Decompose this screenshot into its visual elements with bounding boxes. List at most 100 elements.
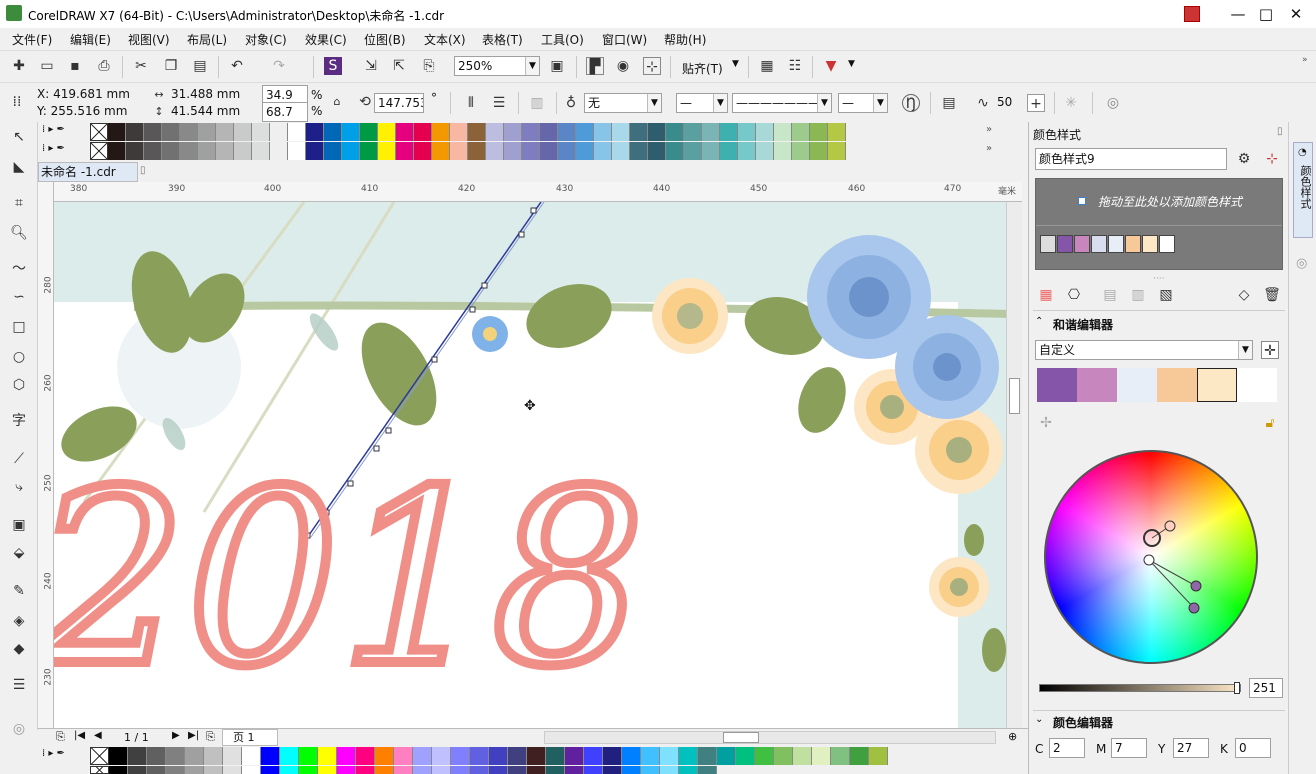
color-swatch[interactable]	[144, 123, 162, 141]
color-swatch[interactable]	[810, 142, 828, 160]
color-swatch[interactable]	[306, 142, 324, 160]
color-swatch[interactable]	[774, 123, 792, 141]
mini-swatch[interactable]	[1057, 235, 1073, 253]
mirror-horizontal-icon[interactable]: ⫴	[462, 94, 480, 112]
color-swatch[interactable]	[128, 747, 147, 765]
menu-tools[interactable]: 工具(O)	[541, 31, 584, 48]
harmony-swatch[interactable]	[1197, 368, 1237, 402]
mini-swatch[interactable]	[1159, 235, 1175, 253]
color-swatch[interactable]	[584, 747, 603, 765]
color-swatch[interactable]	[679, 766, 698, 774]
brightness-value[interactable]: 251	[1249, 678, 1283, 698]
page-tab[interactable]: 页 1	[222, 729, 278, 746]
color-swatch[interactable]	[470, 766, 489, 774]
color-swatch[interactable]	[342, 142, 360, 160]
color-swatch[interactable]	[413, 766, 432, 774]
default-color-palette[interactable]	[90, 747, 990, 765]
color-swatch[interactable]	[162, 142, 180, 160]
color-palette-row-1[interactable]	[90, 123, 970, 141]
color-swatch[interactable]	[698, 747, 717, 765]
no-color-swatch[interactable]	[90, 142, 108, 160]
dimension-tool-icon[interactable]: ⟋	[10, 450, 28, 468]
color-editor-expand-icon[interactable]: ⌄	[1035, 714, 1043, 725]
color-swatch[interactable]	[810, 123, 828, 141]
color-swatch[interactable]	[414, 142, 432, 160]
text-tool-icon[interactable]: 字	[10, 412, 28, 430]
color-swatch[interactable]	[432, 747, 451, 765]
color-swatch[interactable]	[666, 123, 684, 141]
docker-close-icon[interactable]: ▯	[1277, 126, 1283, 137]
color-swatch[interactable]	[698, 766, 717, 774]
mirror-vertical-icon[interactable]: ☰	[490, 94, 508, 112]
color-swatch[interactable]	[223, 747, 242, 765]
harmony-lock-icon[interactable]: 🔓︎	[1261, 414, 1279, 432]
color-swatch[interactable]	[109, 747, 128, 765]
height-field[interactable]: 41.544 mm	[168, 102, 260, 122]
color-swatch[interactable]	[717, 747, 736, 765]
color-swatch[interactable]	[306, 123, 324, 141]
no-color-swatch[interactable]	[90, 766, 109, 774]
color-swatch[interactable]	[756, 123, 774, 141]
document-tab[interactable]: 未命名 -1.cdr	[38, 162, 138, 182]
color-swatch[interactable]	[702, 123, 720, 141]
ellipse-tool-icon[interactable]: ○	[10, 348, 28, 366]
snap-to-dropdown[interactable]: 贴齐(T)	[682, 60, 723, 77]
full-screen-icon[interactable]: ▣	[548, 57, 566, 75]
bottom-palette-scroll-icon[interactable]: ⁞ ▸ ✒	[42, 748, 65, 759]
color-swatch[interactable]	[216, 142, 234, 160]
color-swatch[interactable]	[720, 123, 738, 141]
text-wrap-icon[interactable]: ▤	[940, 94, 958, 112]
magenta-field[interactable]: 7	[1111, 738, 1147, 758]
import-icon[interactable]: ⇲	[362, 57, 380, 75]
undo-icon[interactable]: ↶	[228, 57, 246, 75]
first-page-icon[interactable]: |◀	[74, 730, 85, 741]
harmony-swatch[interactable]	[1157, 368, 1197, 402]
vertical-ruler[interactable]: 280 260 250 240 230	[38, 182, 54, 730]
color-swatch[interactable]	[774, 142, 792, 160]
close-curve-icon[interactable]: Ŋ	[902, 94, 920, 112]
outline-pen-icon[interactable]: ♁	[562, 94, 580, 112]
harmony-folder-icon[interactable]	[1040, 235, 1056, 253]
menu-text[interactable]: 文本(X)	[424, 31, 466, 48]
color-swatch[interactable]	[774, 747, 793, 765]
color-swatch[interactable]	[261, 766, 280, 774]
rotation-angle-field[interactable]: 147.753	[374, 93, 424, 113]
shape-tool-icon[interactable]: ◣	[10, 158, 28, 176]
color-swatch[interactable]	[144, 142, 162, 160]
options-icon[interactable]: ☷	[786, 57, 804, 75]
more-tools-icon[interactable]: ◎	[10, 720, 28, 738]
menu-help[interactable]: 帮助(H)	[664, 31, 706, 48]
color-swatch[interactable]	[450, 123, 468, 141]
color-swatch[interactable]	[504, 123, 522, 141]
color-swatch[interactable]	[850, 747, 869, 765]
zoom-level-select[interactable]: 250% ▼	[454, 56, 540, 76]
color-swatch[interactable]	[508, 747, 527, 765]
color-swatch[interactable]	[432, 766, 451, 774]
color-swatch[interactable]	[396, 142, 414, 160]
color-swatch[interactable]	[679, 747, 698, 765]
print-icon[interactable]: ⎙	[95, 57, 113, 75]
color-swatch[interactable]	[234, 123, 252, 141]
color-swatch[interactable]	[576, 142, 594, 160]
style-drop-area[interactable]: 拖动至此处以添加颜色样式	[1035, 178, 1283, 270]
color-swatch[interactable]	[736, 747, 755, 765]
menu-effects[interactable]: 效果(C)	[305, 31, 347, 48]
color-swatch[interactable]	[486, 142, 504, 160]
color-swatch[interactable]	[630, 142, 648, 160]
toolbar-overflow-icon[interactable]: »	[1302, 55, 1308, 65]
color-swatch[interactable]	[378, 123, 396, 141]
color-swatch[interactable]	[450, 142, 468, 160]
color-swatch[interactable]	[660, 747, 679, 765]
publish-pdf-icon[interactable]: ⎘	[420, 57, 438, 75]
color-swatch[interactable]	[558, 142, 576, 160]
customize-toolbox-icon[interactable]: ☰	[10, 676, 28, 694]
color-swatch[interactable]	[414, 123, 432, 141]
scale-y-field[interactable]: 68.7	[262, 102, 308, 122]
menu-bitmap[interactable]: 位图(B)	[364, 31, 406, 48]
brightness-slider[interactable]	[1039, 682, 1241, 694]
mini-swatch[interactable]	[1125, 235, 1141, 253]
color-swatch[interactable]	[204, 747, 223, 765]
color-swatch[interactable]	[108, 142, 126, 160]
color-swatch[interactable]	[180, 142, 198, 160]
color-swatch[interactable]	[147, 747, 166, 765]
